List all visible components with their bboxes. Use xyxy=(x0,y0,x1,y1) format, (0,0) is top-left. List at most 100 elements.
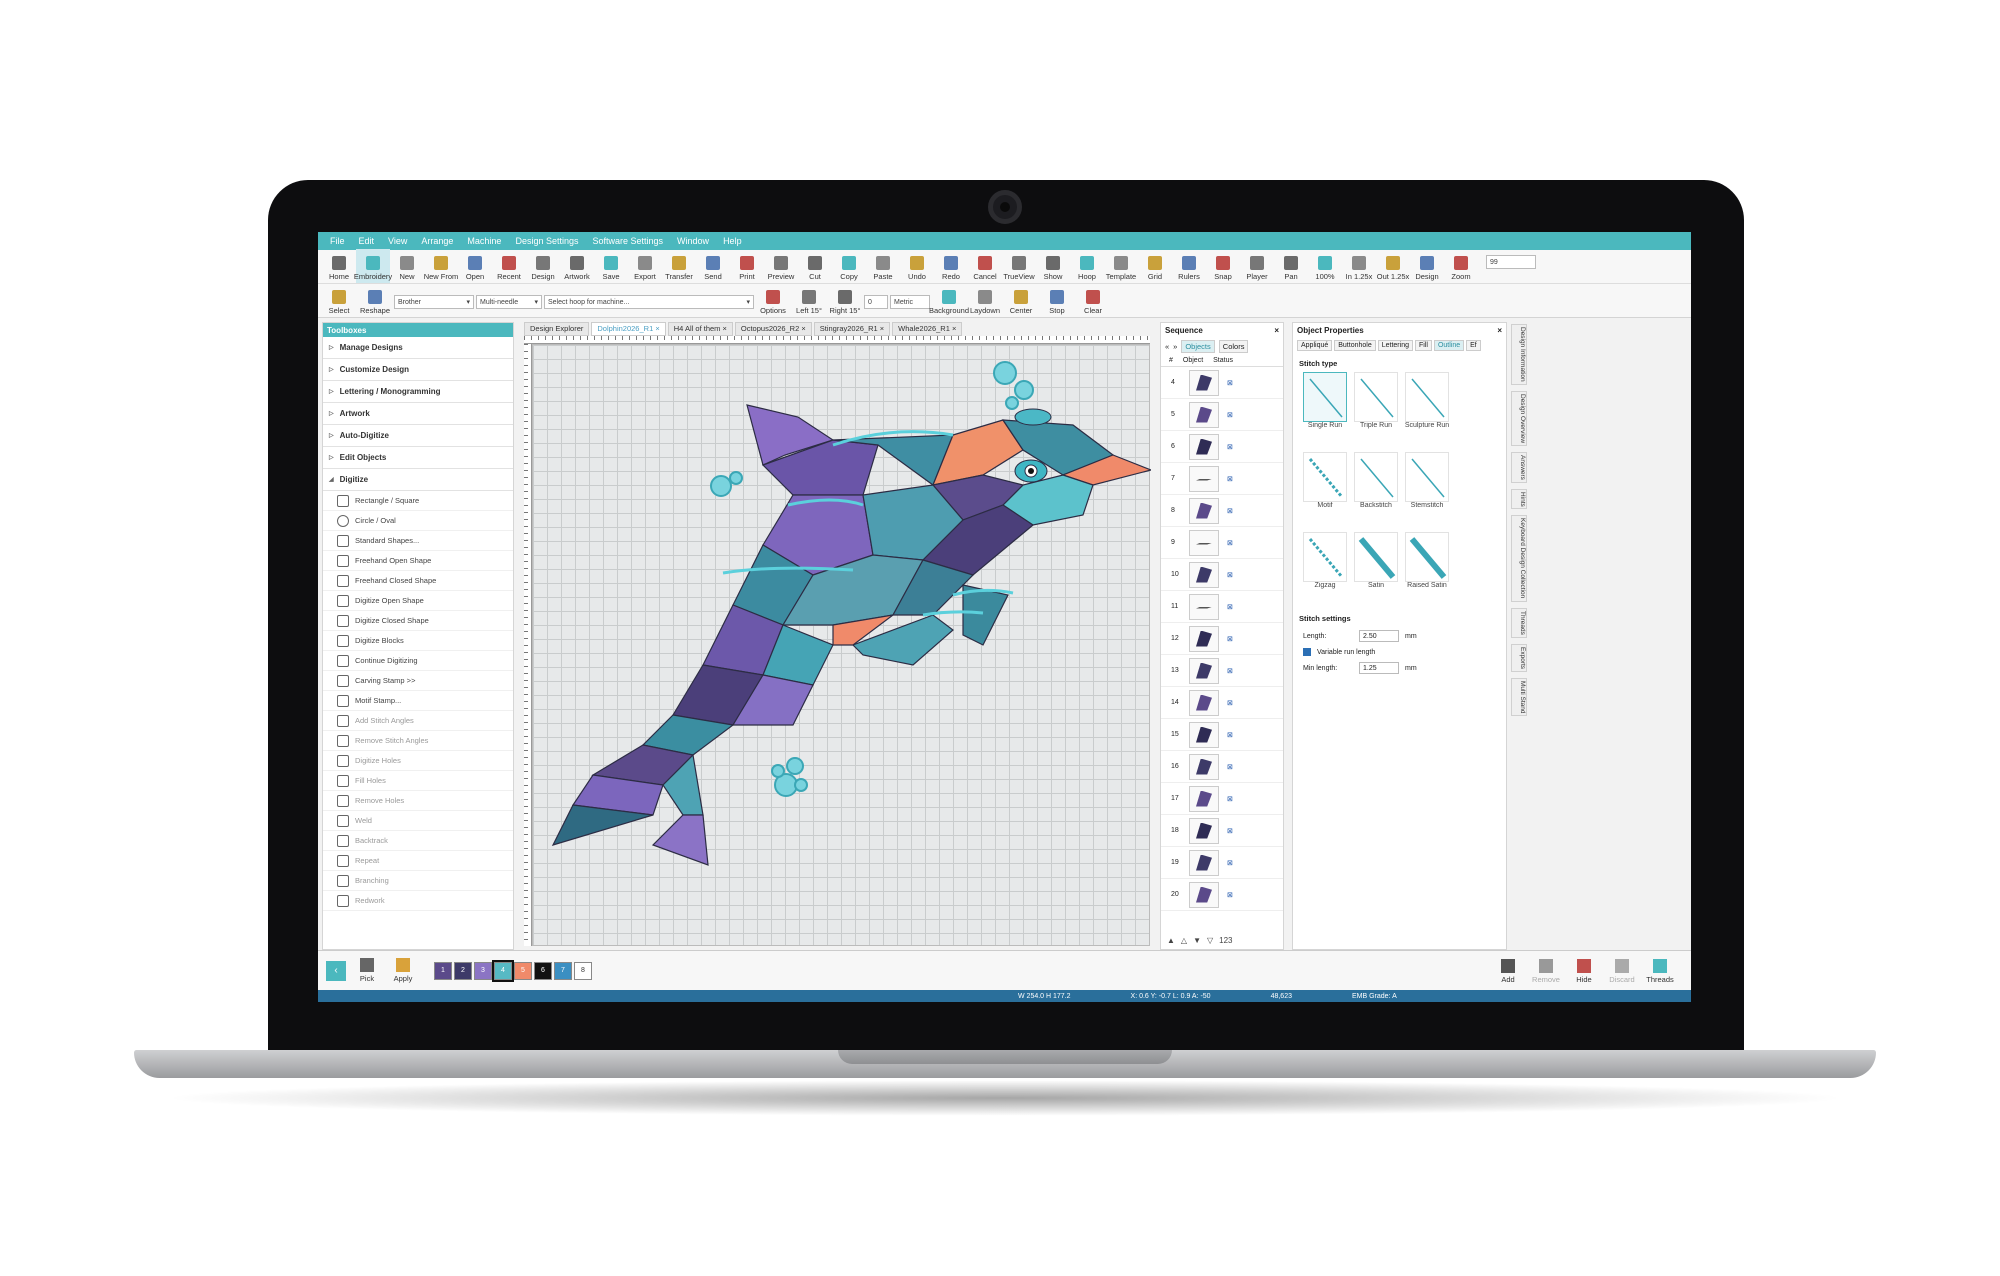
ribbon-copy-button[interactable]: Copy xyxy=(832,249,866,283)
ribbon-show-button[interactable]: Show xyxy=(1036,249,1070,283)
ribbon-send-button[interactable]: Send xyxy=(696,249,730,283)
sequence-row[interactable]: 6 ⊠ xyxy=(1161,431,1283,463)
toolbox-manage-designs[interactable]: ▷ Manage Designs xyxy=(323,337,513,359)
toolbox-auto-digitize[interactable]: ▷ Auto-Digitize xyxy=(323,425,513,447)
toolbox-customize-design[interactable]: ▷ Customize Design xyxy=(323,359,513,381)
tool-digitize-open-shape[interactable]: Digitize Open Shape xyxy=(323,591,513,611)
ribbon-select-button[interactable]: Select xyxy=(322,283,356,317)
close-tab-icon[interactable]: × xyxy=(950,324,956,333)
ribbon-redo-button[interactable]: Redo xyxy=(934,249,968,283)
thread-swatch[interactable]: 7 xyxy=(554,961,572,980)
ribbon-trueview-button[interactable]: TrueView xyxy=(1002,249,1036,283)
menu-help[interactable]: Help xyxy=(723,236,742,246)
side-tab-keyboard-design-collection[interactable]: Keyboard Design Collection xyxy=(1511,515,1527,602)
move-bottom-icon[interactable]: ▽ xyxy=(1207,936,1213,945)
sequence-row[interactable]: 18 ⊠ xyxy=(1161,815,1283,847)
pick-button[interactable]: Pick xyxy=(352,958,382,983)
thread-swatch[interactable]: 8 xyxy=(574,961,592,980)
zoom-select[interactable]: 99 xyxy=(1486,255,1536,269)
stitch-backstitch[interactable]: Backstitch xyxy=(1352,452,1400,528)
props-tab-fill[interactable]: Fill xyxy=(1414,339,1432,351)
props-tab-outline[interactable]: Outline xyxy=(1433,339,1465,351)
ribbon-template-button[interactable]: Template xyxy=(1104,249,1138,283)
menu-edit[interactable]: Edit xyxy=(359,236,375,246)
renumber-label[interactable]: 123 xyxy=(1219,936,1232,945)
tool-remove-stitch-angles[interactable]: Remove Stitch Angles xyxy=(323,731,513,751)
side-tab-threads[interactable]: Threads xyxy=(1511,607,1527,638)
ribbon-open-button[interactable]: Open xyxy=(458,249,492,283)
ribbon-print-button[interactable]: Print xyxy=(730,249,764,283)
props-tab-appliqu[interactable]: Appliqué xyxy=(1297,339,1333,351)
props-tab-lettering[interactable]: Lettering xyxy=(1377,339,1413,351)
sequence-row[interactable]: 10 ⊠ xyxy=(1161,559,1283,591)
tab-octopus2026-r2[interactable]: Octopus2026_R2 × xyxy=(734,322,812,336)
close-tab-icon[interactable]: × xyxy=(720,324,727,333)
thread-swatch[interactable]: 2 xyxy=(454,961,472,980)
ribbon-100-button[interactable]: 100% xyxy=(1308,249,1342,283)
stitch-stemstitch[interactable]: Stemstitch xyxy=(1403,452,1451,528)
ribbon-embroidery-button[interactable]: Embroidery xyxy=(354,249,392,283)
tool-weld[interactable]: Weld xyxy=(323,811,513,831)
sequence-row[interactable]: 7 ⊠ xyxy=(1161,463,1283,495)
variable-run-checkbox[interactable] xyxy=(1303,648,1311,656)
move-up-icon[interactable]: △ xyxy=(1181,936,1187,945)
stitch-satin[interactable]: Satin xyxy=(1352,532,1400,608)
tab-colors[interactable]: Colors xyxy=(1218,339,1249,353)
side-tab-hints[interactable]: Hints xyxy=(1511,488,1527,510)
side-tab-multi-stand[interactable]: Multi Stand xyxy=(1511,677,1527,717)
ribbon-stop-button[interactable]: Stop xyxy=(1040,283,1074,317)
ribbon-center-button[interactable]: Center xyxy=(1004,283,1038,317)
stitch-triple-run[interactable]: Triple Run xyxy=(1352,372,1400,448)
remove-button[interactable]: Remove xyxy=(1531,958,1561,984)
rotation-input[interactable]: 0 xyxy=(864,295,888,309)
toolbox-lettering-monogramming[interactable]: ▷ Lettering / Monogramming xyxy=(323,381,513,403)
side-tab-design-overview[interactable]: Design Overview xyxy=(1511,390,1527,446)
ribbon-right-15-button[interactable]: Right 15° xyxy=(828,283,862,317)
side-tab-exports[interactable]: Exports xyxy=(1511,643,1527,672)
apply-button[interactable]: Apply xyxy=(388,958,418,983)
tool-motif-stamp[interactable]: Motif Stamp... xyxy=(323,691,513,711)
ribbon-laydown-button[interactable]: Laydown xyxy=(968,283,1002,317)
tool-redwork[interactable]: Redwork xyxy=(323,891,513,911)
toolbox-edit-objects[interactable]: ▷ Edit Objects xyxy=(323,447,513,469)
stitch-motif[interactable]: Motif xyxy=(1301,452,1349,528)
tool-rectangle-square[interactable]: Rectangle / Square xyxy=(323,491,513,511)
tool-digitize-holes[interactable]: Digitize Holes xyxy=(323,751,513,771)
ribbon-save-button[interactable]: Save xyxy=(594,249,628,283)
ribbon-export-button[interactable]: Export xyxy=(628,249,662,283)
add-button[interactable]: Add xyxy=(1493,958,1523,984)
ribbon-snap-button[interactable]: Snap xyxy=(1206,249,1240,283)
sequence-row[interactable]: 8 ⊠ xyxy=(1161,495,1283,527)
menu-view[interactable]: View xyxy=(388,236,407,246)
ribbon-clear-button[interactable]: Clear xyxy=(1076,283,1110,317)
ribbon-undo-button[interactable]: Undo xyxy=(900,249,934,283)
ribbon-out-1-25x-button[interactable]: Out 1.25x xyxy=(1376,249,1410,283)
tool-carving-stamp[interactable]: Carving Stamp >> xyxy=(323,671,513,691)
length-input[interactable]: 2.50 xyxy=(1359,630,1399,642)
stitch-sculpture-run[interactable]: Sculpture Run xyxy=(1403,372,1451,448)
props-tab-buttonhole[interactable]: Buttonhole xyxy=(1334,339,1376,351)
stitch-zigzag[interactable]: Zigzag xyxy=(1301,532,1349,608)
tab-objects[interactable]: Objects xyxy=(1181,339,1215,353)
side-tab-answers[interactable]: Answers xyxy=(1511,451,1527,483)
ribbon-zoom-button[interactable]: Zoom xyxy=(1444,249,1478,283)
sequence-row[interactable]: 14 ⊠ xyxy=(1161,687,1283,719)
thread-swatch[interactable]: 5 xyxy=(514,961,532,980)
toolbox-artwork[interactable]: ▷ Artwork xyxy=(323,403,513,425)
sequence-row[interactable]: 5 ⊠ xyxy=(1161,399,1283,431)
menu-design-settings[interactable]: Design Settings xyxy=(515,236,578,246)
ribbon-grid-button[interactable]: Grid xyxy=(1138,249,1172,283)
min-length-input[interactable]: 1.25 xyxy=(1359,662,1399,674)
hoop-select[interactable]: Select hoop for machine... ▾ xyxy=(544,295,754,309)
ribbon-preview-button[interactable]: Preview xyxy=(764,249,798,283)
menu-machine[interactable]: Machine xyxy=(467,236,501,246)
ribbon-recent-button[interactable]: Recent xyxy=(492,249,526,283)
tool-continue-digitizing[interactable]: Continue Digitizing xyxy=(323,651,513,671)
ribbon-pan-button[interactable]: Pan xyxy=(1274,249,1308,283)
tab-h4-all-of-them[interactable]: H4 All of them × xyxy=(667,322,733,336)
discard-button[interactable]: Discard xyxy=(1607,958,1637,984)
ribbon-paste-button[interactable]: Paste xyxy=(866,249,900,283)
sequence-row[interactable]: 15 ⊠ xyxy=(1161,719,1283,751)
sequence-row[interactable]: 13 ⊠ xyxy=(1161,655,1283,687)
tool-add-stitch-angles[interactable]: Add Stitch Angles xyxy=(323,711,513,731)
